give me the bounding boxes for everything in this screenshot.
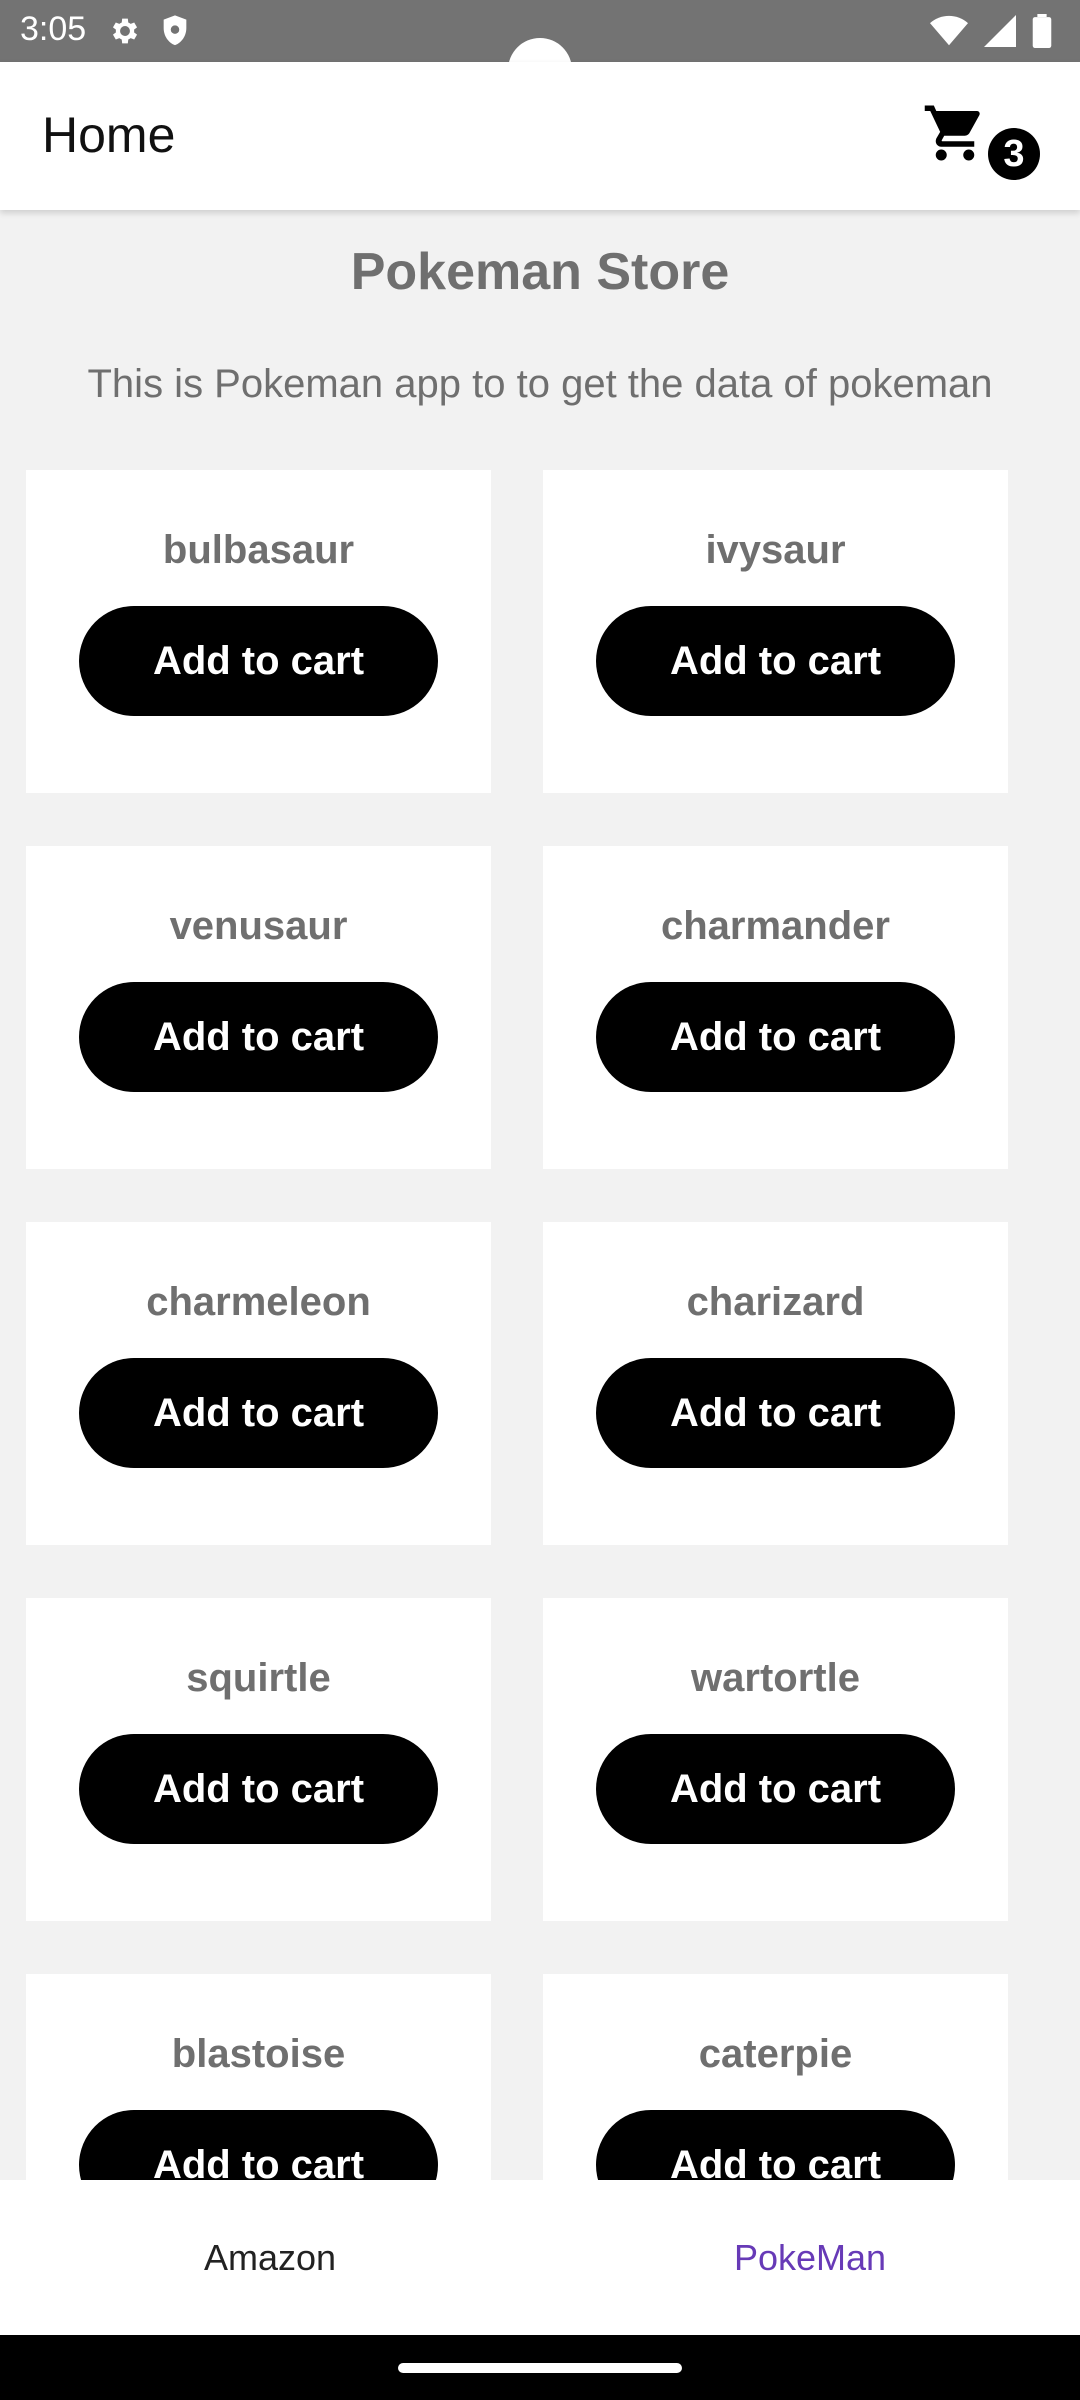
product-card: wartortle Add to cart xyxy=(543,1598,1008,1921)
add-to-cart-button[interactable]: Add to cart xyxy=(596,2110,955,2180)
tab-amazon[interactable]: Amazon xyxy=(0,2180,540,2335)
product-card: venusaur Add to cart xyxy=(26,846,491,1169)
product-card: charizard Add to cart xyxy=(543,1222,1008,1545)
add-to-cart-button[interactable]: Add to cart xyxy=(79,1358,438,1468)
store-description: This is Pokeman app to to get the data o… xyxy=(87,362,993,406)
product-card: ivysaur Add to cart xyxy=(543,470,1008,793)
product-card: blastoise Add to cart xyxy=(26,1974,491,2180)
page-title: Home xyxy=(42,107,176,163)
product-card: charmander Add to cart xyxy=(543,846,1008,1169)
gesture-bar xyxy=(0,2335,1080,2400)
product-name: charmander xyxy=(661,904,890,948)
tab-pokeman[interactable]: PokeMan xyxy=(540,2180,1080,2335)
product-name: charizard xyxy=(686,1280,865,1324)
add-to-cart-button[interactable]: Add to cart xyxy=(596,1734,955,1844)
product-name: wartortle xyxy=(691,1656,860,1700)
battery-icon xyxy=(1032,14,1052,53)
signal-icon xyxy=(984,15,1016,52)
product-name: caterpie xyxy=(698,2032,853,2076)
status-time: 3:05 xyxy=(20,10,87,48)
product-name: squirtle xyxy=(186,1656,331,1700)
product-card: charmeleon Add to cart xyxy=(26,1222,491,1545)
product-card: squirtle Add to cart xyxy=(26,1598,491,1921)
add-to-cart-button[interactable]: Add to cart xyxy=(596,1358,955,1468)
add-to-cart-button[interactable]: Add to cart xyxy=(79,2110,438,2180)
product-name: venusaur xyxy=(169,904,348,948)
bottom-navigation: Amazon PokeMan xyxy=(0,2180,1080,2335)
shield-icon xyxy=(160,14,190,53)
gear-icon xyxy=(108,14,142,53)
store-title: Pokeman Store xyxy=(350,243,730,301)
cart-button[interactable]: 3 xyxy=(920,100,1040,190)
cart-count-badge: 3 xyxy=(988,128,1040,180)
add-to-cart-button[interactable]: Add to cart xyxy=(79,982,438,1092)
product-card: caterpie Add to cart xyxy=(543,1974,1008,2180)
product-card: bulbasaur Add to cart xyxy=(26,470,491,793)
add-to-cart-button[interactable]: Add to cart xyxy=(596,982,955,1092)
add-to-cart-button[interactable]: Add to cart xyxy=(596,606,955,716)
wifi-icon xyxy=(930,15,968,52)
status-right-icons xyxy=(930,14,1052,53)
status-left-icons xyxy=(108,14,190,53)
add-to-cart-button[interactable]: Add to cart xyxy=(79,1734,438,1844)
add-to-cart-button[interactable]: Add to cart xyxy=(79,606,438,716)
shopping-cart-icon xyxy=(920,100,990,171)
app-bar: Home 3 xyxy=(0,62,1080,210)
product-name: ivysaur xyxy=(705,528,846,572)
product-name: charmeleon xyxy=(146,1280,371,1324)
home-gesture-handle[interactable] xyxy=(398,2363,682,2373)
content-area[interactable]: Pokeman Store This is Pokeman app to to … xyxy=(0,210,1080,2180)
product-name: bulbasaur xyxy=(162,528,355,572)
product-grid: bulbasaur Add to cart ivysaur Add to car… xyxy=(26,470,1036,2180)
product-name: blastoise xyxy=(171,2032,346,2076)
